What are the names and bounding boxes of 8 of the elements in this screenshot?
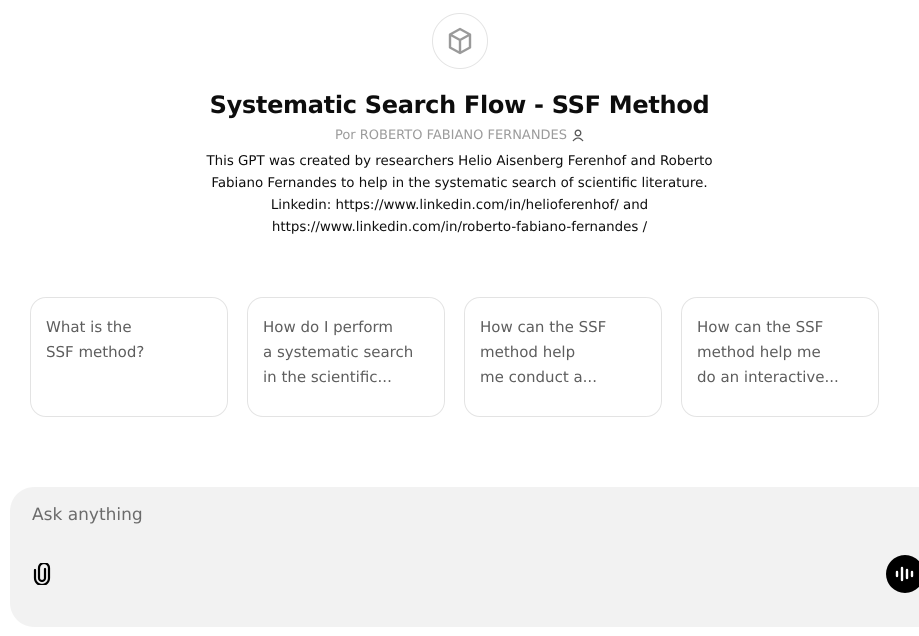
author-name: Por ROBERTO FABIANO FERNANDES — [334, 128, 568, 143]
suggestion-card[interactable]: How do I perform a systematic search in the scientific... — [247, 297, 445, 417]
gpt-description: This GPT was created by researchers Helio Aisenberg Ferenhof and Roberto Fabiano Fernandes to help in the systematic search of scientific literature. Linkedin: https://www.linkedin.com/in/helioferenhof/ and https://www.linkedin.com/in/roberto-fabiano-fernandes / — [205, 153, 714, 237]
message-input[interactable]: Ask anything — [32, 505, 532, 525]
suggestion-card[interactable]: How can the SSF method help me conduct a... — [464, 297, 662, 417]
suggestion-card[interactable]: What is the SSF method? — [30, 297, 228, 417]
suggestion-card[interactable]: How can the SSF method help me do an interactive... — [681, 297, 879, 417]
gpt-title: Systematic Search Flow - SSF Method — [210, 91, 710, 119]
